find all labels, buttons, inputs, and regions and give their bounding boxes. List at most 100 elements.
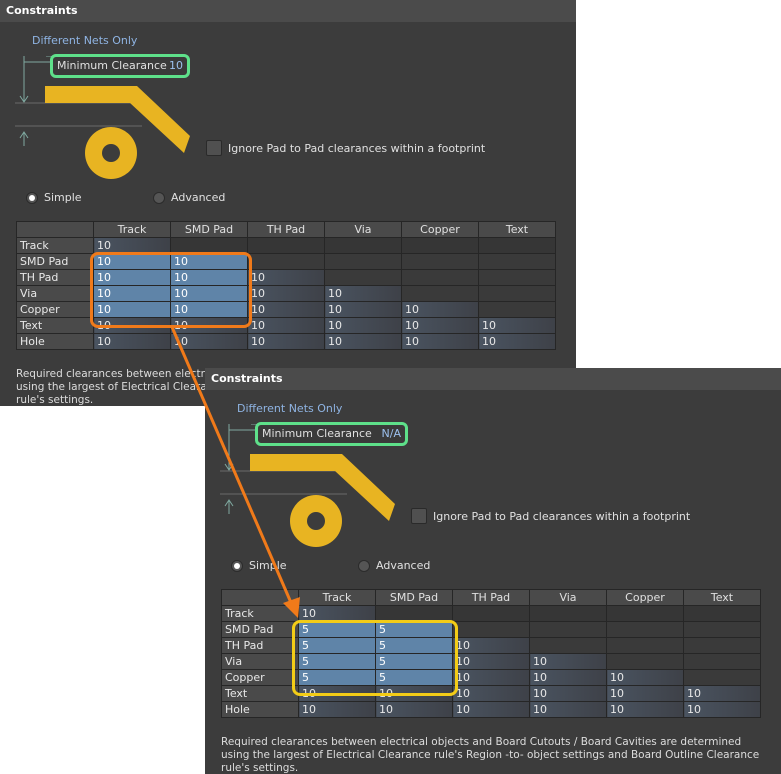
mode-advanced-option[interactable]: Advanced (358, 559, 430, 572)
matrix-row: Hole 10 10 10 10 10 10 (16, 333, 556, 350)
matrix-cell[interactable]: 10 (375, 701, 453, 718)
matrix-cell[interactable] (401, 253, 479, 270)
matrix-column-header: TH Pad (452, 589, 530, 606)
matrix-cell[interactable] (606, 621, 684, 638)
matrix-cell[interactable] (529, 637, 607, 654)
matrix-cell[interactable] (324, 237, 402, 254)
matrix-column-header: Copper (606, 589, 684, 606)
matrix-corner (16, 221, 94, 238)
matrix-cell[interactable]: 10 (93, 333, 171, 350)
matrix-cell[interactable] (529, 621, 607, 638)
matrix-cell[interactable]: 10 (452, 653, 530, 670)
matrix-cell[interactable] (478, 237, 556, 254)
matrix-row: Hole 10 10 10 10 10 10 (221, 701, 761, 718)
matrix-cell[interactable] (606, 637, 684, 654)
matrix-cell[interactable] (324, 253, 402, 270)
matrix-cell[interactable]: 10 (452, 669, 530, 686)
matrix-cell[interactable] (452, 621, 530, 638)
clearance-diagram (220, 424, 395, 547)
matrix-cell[interactable]: 10 (247, 269, 325, 286)
matrix-cell[interactable]: 10 (529, 701, 607, 718)
matrix-cell[interactable]: 10 (529, 685, 607, 702)
matrix-cell[interactable] (683, 637, 761, 654)
matrix-cell[interactable] (478, 285, 556, 302)
matrix-cell[interactable] (478, 301, 556, 318)
matrix-cell[interactable] (478, 269, 556, 286)
ignore-pad-to-pad-checkbox[interactable] (206, 140, 222, 156)
matrix-cell[interactable] (683, 653, 761, 670)
matrix-column-header: Track (298, 589, 376, 606)
matrix-cell[interactable] (401, 237, 479, 254)
mode-simple-option[interactable]: Simple (26, 191, 82, 204)
matrix-cell[interactable] (452, 605, 530, 622)
matrix-cell[interactable]: 10 (401, 317, 479, 334)
net-scope-dropdown[interactable]: Different Nets Only (237, 402, 342, 415)
matrix-cell[interactable]: 10 (324, 333, 402, 350)
matrix-cell[interactable] (529, 605, 607, 622)
mode-advanced-label: Advanced (171, 191, 226, 204)
matrix-cell[interactable]: 10 (452, 701, 530, 718)
matrix-cell[interactable] (606, 605, 684, 622)
matrix-cell[interactable]: 10 (324, 285, 402, 302)
matrix-cell[interactable] (247, 237, 325, 254)
matrix-cell[interactable] (247, 253, 325, 270)
matrix-cell[interactable]: 10 (529, 669, 607, 686)
clearance-note: Required clearances between electrical o… (221, 736, 760, 774)
matrix-row-header: Hole (221, 701, 299, 718)
matrix-cell[interactable] (683, 669, 761, 686)
mode-simple-radio[interactable] (231, 559, 243, 572)
mode-advanced-radio[interactable] (358, 559, 370, 572)
ignore-pad-to-pad-option[interactable]: Ignore Pad to Pad clearances within a fo… (206, 140, 485, 156)
matrix-cell[interactable] (478, 253, 556, 270)
net-scope-dropdown[interactable]: Different Nets Only (32, 34, 137, 47)
matrix-row-header: SMD Pad (221, 621, 299, 638)
mode-simple-radio[interactable] (26, 191, 38, 204)
matrix-cell[interactable]: 10 (401, 301, 479, 318)
matrix-row-header: Text (16, 317, 94, 334)
highlight-before-box (90, 252, 252, 328)
matrix-cell[interactable] (324, 269, 402, 286)
pad-hole (102, 144, 120, 162)
panel-title: Constraints (205, 368, 781, 390)
matrix-cell[interactable] (401, 285, 479, 302)
matrix-cell[interactable]: 10 (324, 317, 402, 334)
matrix-cell[interactable]: 10 (683, 685, 761, 702)
matrix-column-header: SMD Pad (170, 221, 248, 238)
matrix-cell[interactable]: 10 (247, 285, 325, 302)
matrix-cell[interactable]: 10 (529, 653, 607, 670)
arrow-up-icon (19, 131, 29, 146)
matrix-row-header: Track (16, 237, 94, 254)
matrix-cell[interactable] (683, 605, 761, 622)
matrix-cell[interactable]: 10 (478, 333, 556, 350)
matrix-cell[interactable]: 10 (298, 701, 376, 718)
ignore-pad-to-pad-checkbox[interactable] (411, 508, 427, 524)
matrix-cell[interactable]: 10 (170, 333, 248, 350)
matrix-cell[interactable]: 10 (401, 333, 479, 350)
matrix-row-header: TH Pad (221, 637, 299, 654)
mode-advanced-radio[interactable] (153, 191, 165, 204)
matrix-column-header: Text (478, 221, 556, 238)
ignore-pad-to-pad-option[interactable]: Ignore Pad to Pad clearances within a fo… (411, 508, 690, 524)
matrix-row-header: TH Pad (16, 269, 94, 286)
ignore-pad-to-pad-label: Ignore Pad to Pad clearances within a fo… (433, 509, 691, 523)
matrix-cell[interactable]: 10 (452, 685, 530, 702)
matrix-cell[interactable]: 10 (606, 669, 684, 686)
matrix-cell[interactable]: 10 (247, 333, 325, 350)
matrix-cell[interactable] (606, 653, 684, 670)
matrix-cell[interactable]: 10 (324, 301, 402, 318)
matrix-row-header: Track (221, 605, 299, 622)
matrix-cell[interactable]: 10 (606, 685, 684, 702)
matrix-cell[interactable]: 10 (452, 637, 530, 654)
mode-simple-option[interactable]: Simple (231, 559, 287, 572)
mode-simple-label: Simple (44, 191, 82, 204)
matrix-cell[interactable]: 10 (247, 317, 325, 334)
pad-hole (307, 512, 325, 530)
matrix-cell[interactable]: 10 (606, 701, 684, 718)
matrix-cell[interactable]: 10 (683, 701, 761, 718)
matrix-corner (221, 589, 299, 606)
matrix-cell[interactable] (683, 621, 761, 638)
mode-advanced-option[interactable]: Advanced (153, 191, 225, 204)
matrix-cell[interactable]: 10 (478, 317, 556, 334)
matrix-cell[interactable] (401, 269, 479, 286)
matrix-cell[interactable]: 10 (247, 301, 325, 318)
